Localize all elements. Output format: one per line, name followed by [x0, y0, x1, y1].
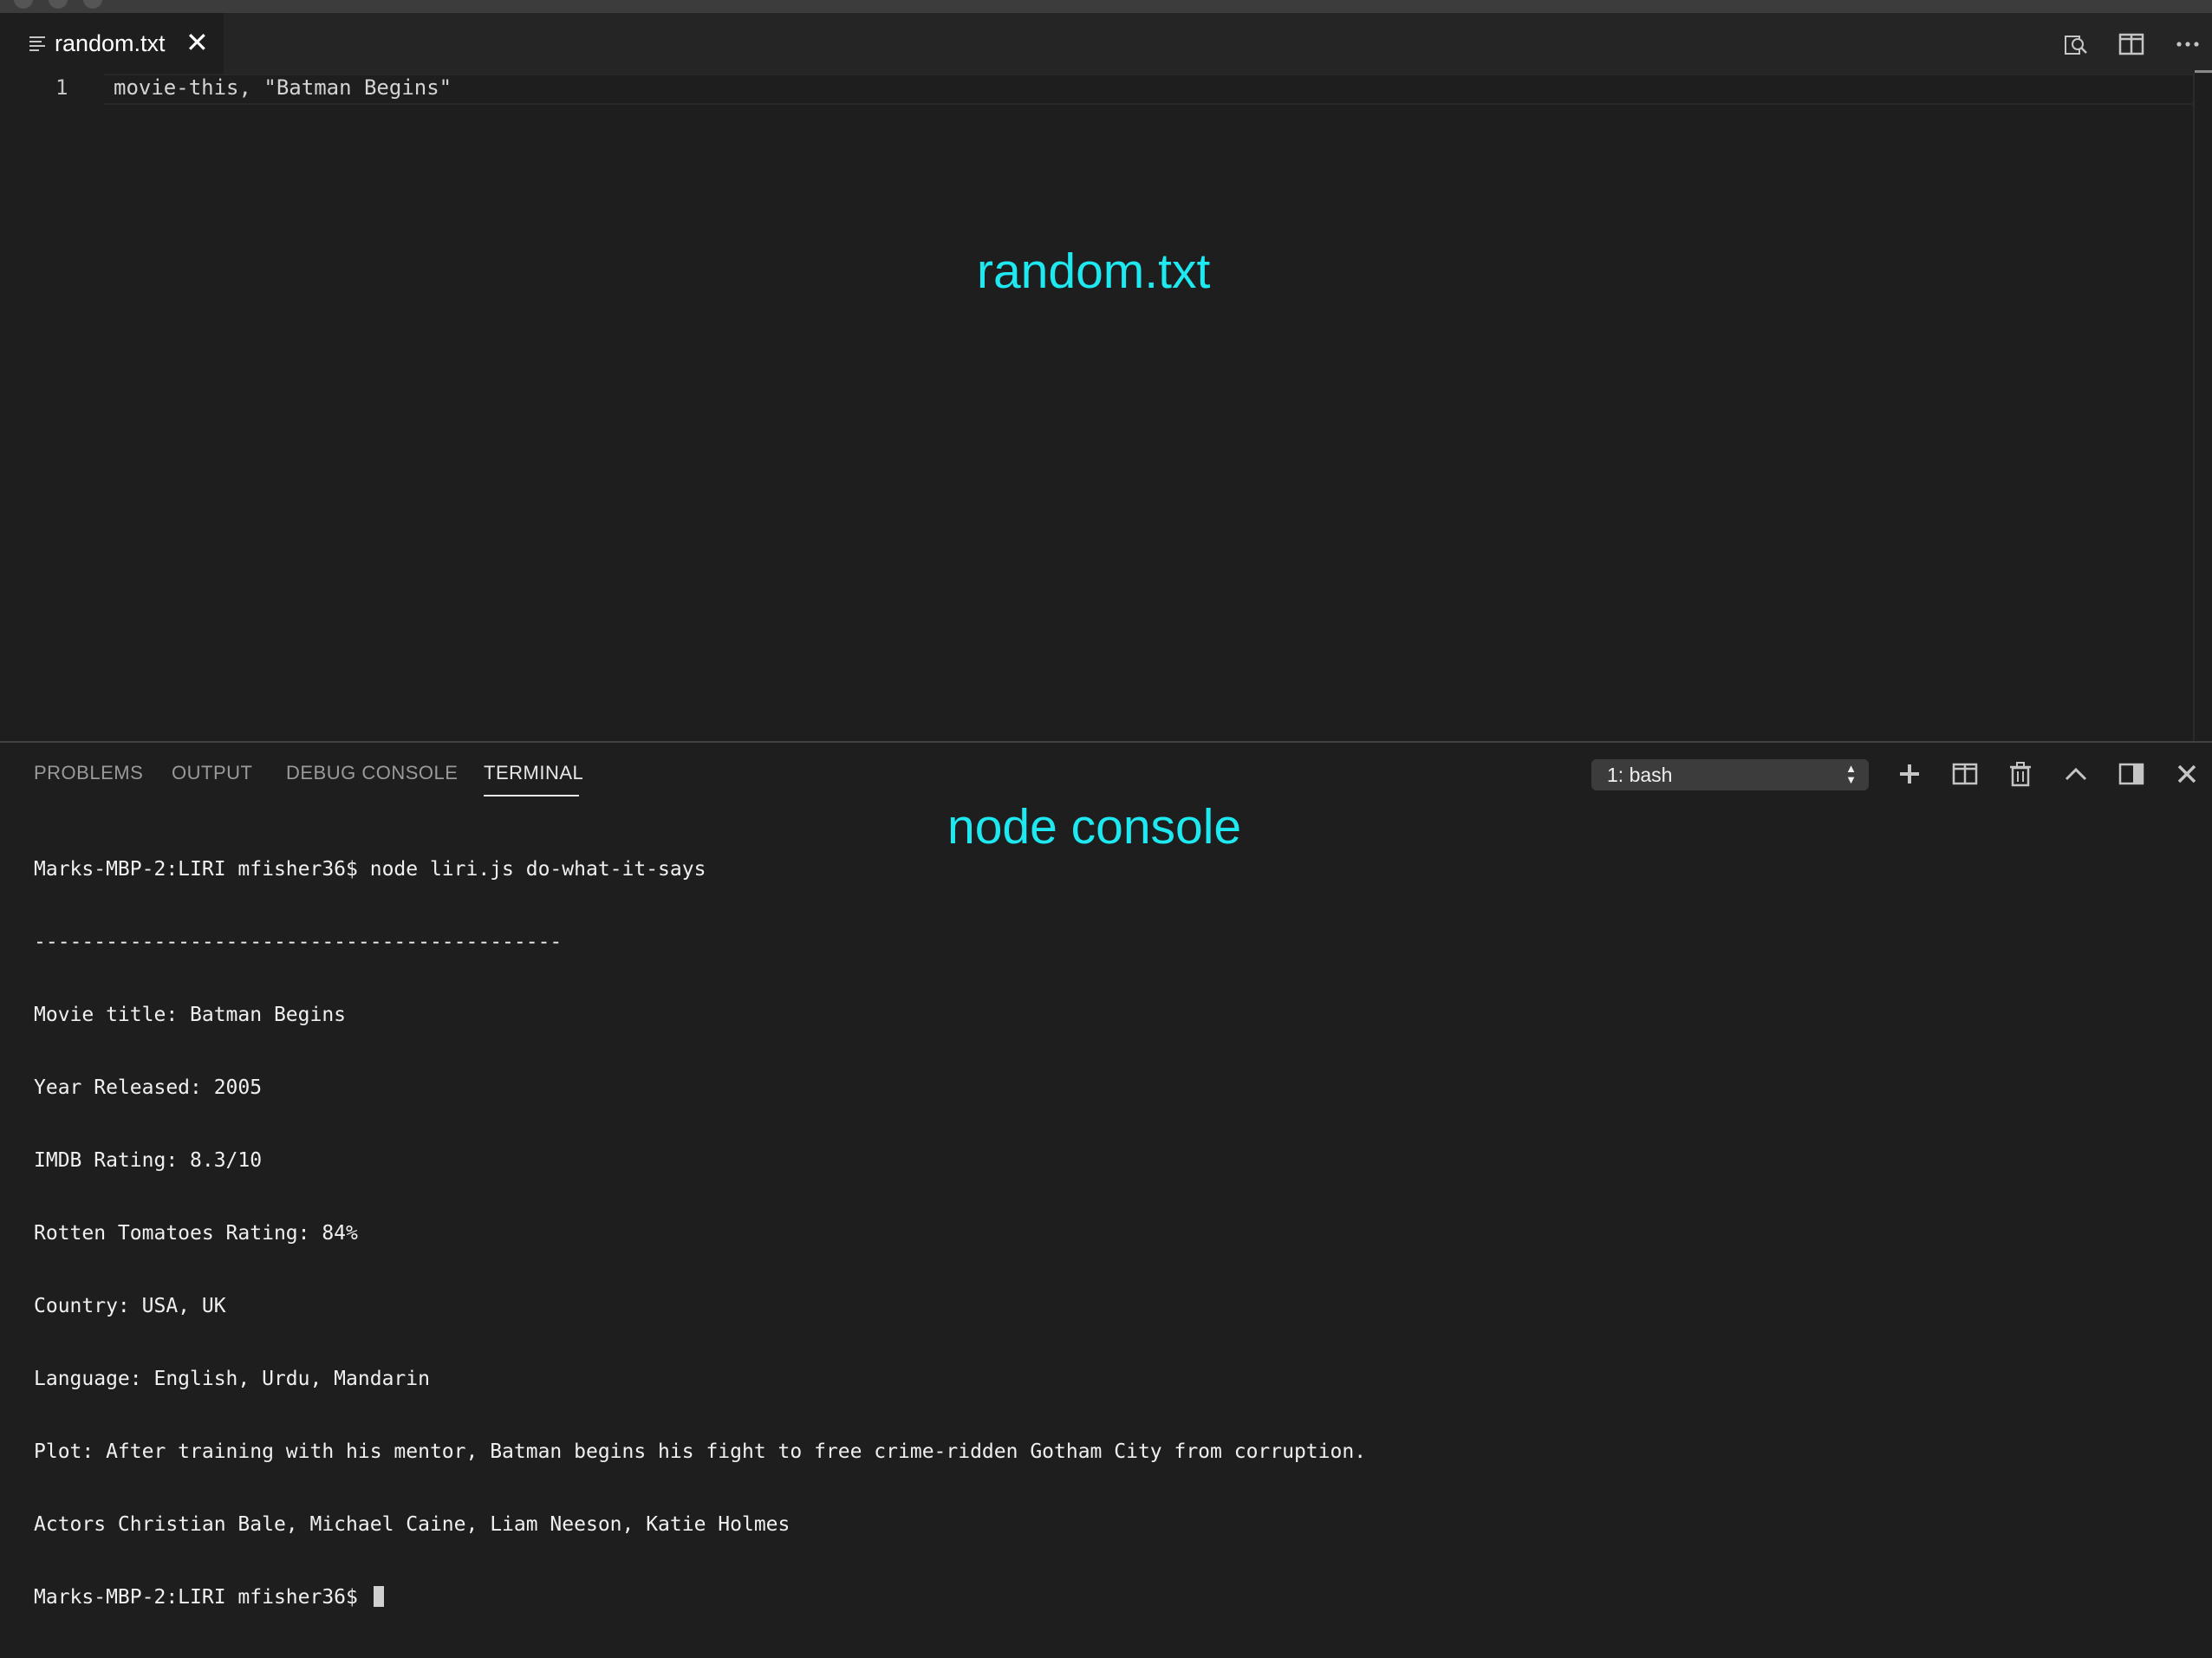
- tab-debug-console[interactable]: DEBUG CONSOLE: [286, 762, 458, 784]
- tab-label: random.txt: [55, 30, 166, 56]
- terminal-prompt-line[interactable]: Marks-MBP-2:LIRI mfisher36$: [34, 1585, 1366, 1609]
- terminal-line: Movie title: Batman Begins: [34, 1004, 347, 1026]
- new-terminal-icon[interactable]: [1896, 760, 1923, 788]
- close-panel-icon[interactable]: [2173, 760, 2201, 788]
- tab-close-icon[interactable]: ✕: [185, 26, 209, 59]
- more-actions-icon[interactable]: [2174, 30, 2202, 58]
- overview-ruler-marker: [2195, 70, 2212, 73]
- terminal-line: Year Released: 2005: [34, 1076, 263, 1099]
- text-editor[interactable]: 1 movie-this, "Batman Begins" random.txt: [0, 70, 2212, 741]
- terminal-line: Marks-MBP-2:LIRI mfisher36$ node liri.js…: [34, 858, 706, 881]
- terminal-cursor: [373, 1586, 384, 1607]
- text-file-icon: [29, 36, 45, 51]
- split-terminal-icon[interactable]: [1951, 760, 1979, 788]
- editor-tab-random-txt[interactable]: random.txt ✕: [0, 13, 224, 74]
- close-window-button[interactable]: [14, 0, 33, 9]
- zoom-window-button[interactable]: [83, 0, 102, 9]
- split-editor-icon[interactable]: [2118, 30, 2145, 58]
- code-line[interactable]: movie-this, "Batman Begins": [114, 75, 452, 100]
- terminal-selector[interactable]: 1: bash ▲ ▼: [1591, 759, 1869, 790]
- terminal-line: Rotten Tomatoes Rating: 84%: [34, 1222, 358, 1245]
- minimize-window-button[interactable]: [49, 0, 68, 9]
- editor-tab-bar: random.txt ✕: [0, 13, 2212, 74]
- line-number: 1: [55, 75, 68, 100]
- tab-output[interactable]: OUTPUT: [172, 762, 252, 784]
- editor-annotation-label: random.txt: [977, 244, 1211, 299]
- terminal-line: IMDB Rating: 8.3/10: [34, 1149, 263, 1172]
- tab-problems[interactable]: PROBLEMS: [34, 762, 143, 784]
- maximize-panel-icon[interactable]: [2062, 760, 2090, 788]
- open-changes-icon[interactable]: [2061, 30, 2089, 58]
- active-tab-indicator: [484, 795, 579, 796]
- terminal-prompt: Marks-MBP-2:LIRI mfisher36$: [34, 1586, 370, 1609]
- tab-terminal[interactable]: TERMINAL: [484, 762, 583, 784]
- terminal-selector-value: 1: bash: [1607, 764, 1673, 786]
- toggle-panel-position-icon[interactable]: [2118, 760, 2145, 788]
- terminal-output[interactable]: Marks-MBP-2:LIRI mfisher36$ node liri.js…: [34, 809, 1366, 1658]
- terminal-line: Actors Christian Bale, Michael Caine, Li…: [34, 1513, 790, 1536]
- kill-terminal-icon[interactable]: [2007, 760, 2034, 788]
- terminal-line: Plot: After training with his mentor, Ba…: [34, 1440, 1367, 1463]
- terminal-line: Language: English, Urdu, Mandarin: [34, 1368, 430, 1390]
- window-title-bar: [0, 0, 2212, 13]
- select-arrows-icon: ▲ ▼: [1845, 762, 1857, 786]
- editor-scrollbar[interactable]: [2193, 74, 2195, 741]
- terminal-line: ----------------------------------------…: [34, 931, 563, 953]
- bottom-panel: PROBLEMS OUTPUT DEBUG CONSOLE TERMINAL 1…: [0, 741, 2212, 1609]
- terminal-line: Country: USA, UK: [34, 1295, 226, 1317]
